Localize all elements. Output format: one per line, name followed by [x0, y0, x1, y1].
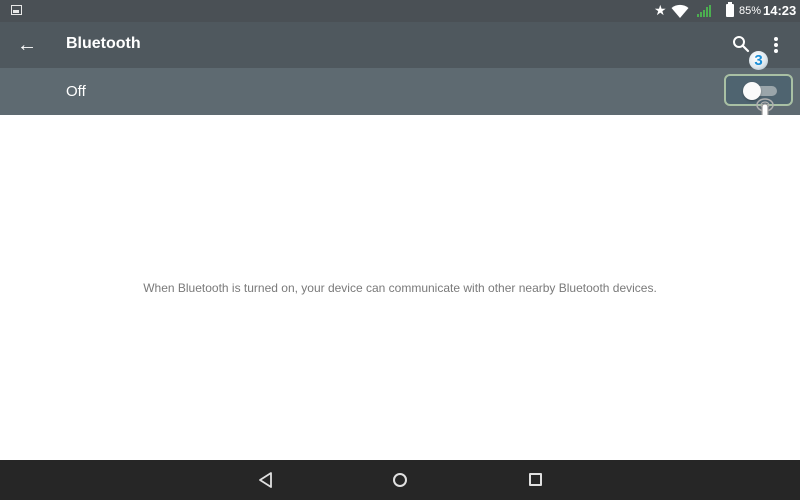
wifi-icon: [671, 4, 689, 18]
signal-icon: [697, 5, 711, 17]
bluetooth-info-text: When Bluetooth is turned on, your device…: [143, 281, 657, 295]
gallery-notification-icon: [11, 5, 22, 15]
battery-icon: [726, 2, 734, 17]
step-number-badge: 3: [749, 51, 768, 70]
clock: 14:23: [763, 3, 797, 18]
page-title: Bluetooth: [66, 35, 141, 52]
star-icon: ★: [654, 2, 667, 18]
nav-back-icon[interactable]: [258, 472, 274, 488]
bluetooth-state-label: Off: [66, 83, 86, 100]
battery-percent: 85%: [739, 5, 762, 17]
navigation-bar: [0, 460, 800, 500]
status-bar: ★ 85% 14:23: [0, 0, 800, 22]
more-options-icon[interactable]: [766, 35, 786, 57]
content-area: When Bluetooth is turned on, your device…: [0, 115, 800, 460]
bluetooth-settings-screen: ★ 85% 14:23 ← Bluetooth Off 3 When Bluet…: [0, 0, 800, 500]
app-bar: ← Bluetooth: [0, 22, 800, 68]
search-icon[interactable]: [732, 35, 750, 53]
back-arrow-icon[interactable]: ←: [17, 34, 39, 56]
bluetooth-toggle-row[interactable]: Off: [0, 68, 800, 115]
nav-recents-icon[interactable]: [529, 473, 542, 486]
nav-home-icon[interactable]: [393, 473, 407, 487]
